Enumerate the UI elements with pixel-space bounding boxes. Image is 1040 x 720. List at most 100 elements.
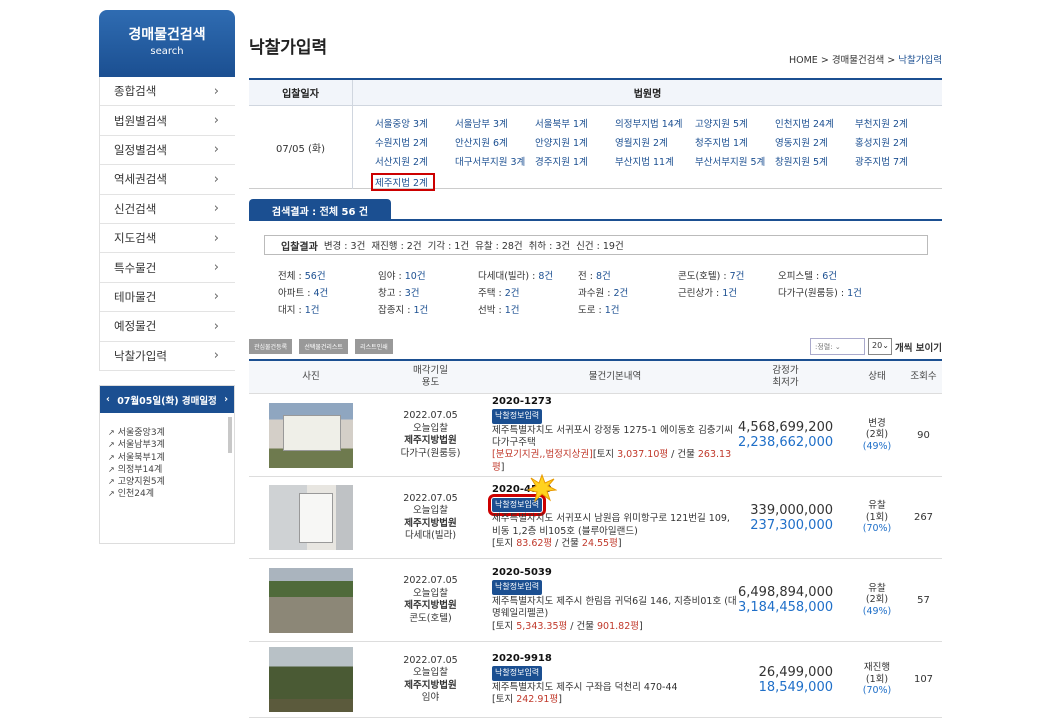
category-item[interactable]: 창고 : 3건 (378, 285, 478, 299)
court-link[interactable]: 청주지법 1계 (695, 135, 775, 149)
court-link[interactable]: 부산지법 11계 (615, 154, 695, 168)
sale-date: 2022.07.05 (403, 492, 458, 504)
case-number[interactable]: 2020-1273 (492, 396, 738, 408)
category-item[interactable]: 전 : 8건 (578, 268, 678, 282)
court-link[interactable]: 안산지원 6계 (455, 135, 535, 149)
category-item[interactable]: 도로 : 1건 (578, 302, 678, 316)
selected-list-button[interactable]: 선택물건리스트 (299, 339, 348, 354)
court-link[interactable]: 대구서부지원 3계 (455, 154, 535, 168)
sidebar-item-general-search[interactable]: 종합검색 › (100, 77, 235, 107)
category-item[interactable]: 주택 : 2건 (478, 285, 578, 299)
external-link-icon: ↗ (108, 489, 115, 499)
schedule-item[interactable]: ↗ 서울중앙3계 (108, 427, 234, 439)
view-count: 57 (917, 594, 930, 606)
category-item[interactable]: 오피스텔 : 6건 (778, 268, 878, 282)
page-size-label: 개씩 보이기 (895, 343, 943, 354)
court-link[interactable]: 서울중앙 3계 (375, 116, 455, 130)
chevron-right-icon: › (213, 260, 219, 276)
sidebar-item-new-search[interactable]: 신건검색 › (100, 195, 235, 224)
court-link[interactable]: 홍성지원 2계 (855, 135, 935, 149)
court-link[interactable]: 창원지원 5계 (775, 154, 855, 168)
court-link[interactable]: 영월지원 2계 (615, 135, 695, 149)
bid-info-input-button[interactable]: 낙찰정보입력 (492, 580, 543, 595)
sidebar-item-upcoming[interactable]: 예정물건 › (100, 312, 235, 342)
property-address[interactable]: 제주특별자치도 제주시 구좌읍 덕천리 470-44 (492, 682, 738, 694)
breadcrumb-search[interactable]: 경매물건검색 (832, 55, 884, 66)
property-photo[interactable] (269, 402, 353, 468)
court-link-highlighted[interactable]: 제주지법 2계 (371, 173, 435, 191)
sidebar-item-schedule-search[interactable]: 일정별검색 › (100, 136, 235, 166)
property-address[interactable]: 제주특별자치도 제주시 한림읍 귀덕6길 146, 지층비01호 (대명웨일리펠… (492, 596, 738, 621)
court-link[interactable]: 수원지법 2계 (375, 135, 455, 149)
sidebar: 경매물건검색 search 종합검색 › 법원별검색 › 일정별검색 › 역세권검색 ›… (99, 10, 235, 371)
court-link[interactable]: 부천지원 2계 (855, 116, 935, 130)
category-item[interactable]: 대지 : 1건 (278, 302, 378, 316)
category-item[interactable]: 전체 : 56건 (278, 268, 378, 282)
prev-day-icon[interactable]: ‹ (106, 394, 110, 405)
category-item[interactable]: 콘도(호텔) : 7건 (678, 268, 778, 282)
minimum-price: 3,184,458,000 (738, 600, 834, 615)
category-item[interactable]: 선박 : 1건 (478, 302, 578, 316)
table-row[interactable]: 2022.07.05 오늘입찰 제주지방법원 임야 2020-9918 낙찰정보… (249, 642, 942, 718)
property-photo[interactable] (269, 567, 353, 633)
schedule-item[interactable]: ↗ 고양지원5계 (108, 476, 234, 488)
court-link[interactable]: 서산지원 2계 (375, 154, 455, 168)
court-link[interactable]: 인천지법 24계 (775, 116, 855, 130)
court-link[interactable]: 영동지원 2계 (775, 135, 855, 149)
list-actions: 관심물건등록 선택물건리스트 리스트인쇄 (249, 339, 397, 354)
property-address[interactable]: 제주특별자치도 서귀포시 남원읍 위미항구로 121번길 109, 비동 1,2… (492, 513, 738, 538)
court-link[interactable]: 안양지원 1계 (535, 135, 615, 149)
property-photo[interactable] (269, 485, 353, 550)
page-size-select[interactable]: 20⌄ (868, 338, 892, 355)
external-link-icon: ↗ (108, 477, 115, 487)
property-address[interactable]: 제주특별자치도 서귀포시 강정동 1275-1 에이동호 김충기씨다가구주택 (492, 425, 738, 450)
court-name: 제주지방법원 (404, 679, 457, 691)
sidebar-item-special[interactable]: 특수물건 › (100, 253, 235, 283)
add-favorite-button[interactable]: 관심물건등록 (249, 339, 293, 354)
category-item[interactable]: 임야 : 10건 (378, 268, 478, 282)
court-link[interactable]: 의정부지법 14계 (615, 116, 695, 130)
bid-info-input-button[interactable]: 낙찰정보입력 (492, 409, 543, 424)
property-photo[interactable] (269, 647, 353, 712)
court-link[interactable]: 경주지원 1계 (535, 154, 615, 168)
property-use: 다가구(원룸등) (400, 447, 461, 459)
sidebar-item-theme[interactable]: 테마물건 › (100, 283, 235, 313)
table-row[interactable]: 2022.07.05 오늘입찰 제주지방법원 다세대(빌라) 2020-4579… (249, 477, 942, 559)
today-bid: 오늘입찰 (413, 587, 448, 599)
sidebar-item-court-search[interactable]: 법원별검색 › (100, 106, 235, 136)
category-item[interactable]: 아파트 : 4건 (278, 285, 378, 299)
schedule-item[interactable]: ↗ 의정부14계 (108, 464, 234, 476)
case-number[interactable]: 2020-5039 (492, 567, 738, 579)
category-item[interactable]: 과수원 : 2건 (578, 285, 678, 299)
sidebar-item-station-search[interactable]: 역세권검색 › (100, 165, 235, 195)
sidebar-item-bid-input[interactable]: 낙찰가입력 › (100, 342, 235, 371)
schedule-item[interactable]: ↗ 인천24계 (108, 488, 234, 500)
next-day-icon[interactable]: › (224, 394, 228, 405)
sort-select[interactable]: :정렬: ⌄ (810, 338, 865, 355)
court-link[interactable]: 서울남부 3계 (455, 116, 535, 130)
schedule-scrollbar[interactable] (228, 417, 232, 453)
court-link[interactable]: 부산서부지원 5계 (695, 154, 775, 168)
breadcrumb-home[interactable]: HOME (789, 55, 818, 66)
category-item[interactable]: 잡종지 : 1건 (378, 302, 478, 316)
court-link[interactable]: 서울북부 1계 (535, 116, 615, 130)
tab-search-results[interactable]: 검색결과 : 전체 56 건 (249, 199, 391, 221)
category-item[interactable]: 다가구(원룸등) : 1건 (778, 285, 878, 299)
category-item[interactable]: 다세대(빌라) : 8건 (478, 268, 578, 282)
table-row[interactable]: 2022.07.05 오늘입찰 제주지방법원 다가구(원룸등) 2020-127… (249, 394, 942, 477)
schedule-item[interactable]: ↗ 서울북부1계 (108, 452, 234, 464)
view-count: 267 (913, 512, 934, 523)
court-link[interactable]: 고양지원 5계 (695, 116, 775, 130)
sidebar-item-map-search[interactable]: 지도검색 › (100, 224, 235, 254)
bid-info-input-button[interactable]: 낙찰정보입력 (492, 666, 543, 681)
court-link[interactable]: 광주지법 7계 (855, 154, 935, 168)
schedule-item[interactable]: ↗ 서울남부3계 (108, 439, 234, 451)
print-list-button[interactable]: 리스트인쇄 (355, 339, 393, 354)
category-item[interactable]: 근린상가 : 1건 (678, 285, 778, 299)
schedule-box: ‹ 07월05일(화) 경매일정 › ↗ 서울중앙3계 ↗ 서울남부3계 ↗ 서울북부… (99, 385, 235, 544)
category-filter: 전체 : 56건 임야 : 10건 다세대(빌라) : 8건 전 : 8건 콘도(호텔)… (278, 268, 918, 316)
case-number[interactable]: 2020-9918 (492, 653, 738, 665)
table-row[interactable]: 2022.07.05 오늘입찰 제주지방법원 콘도(호텔) 2020-5039 … (249, 559, 942, 642)
round: (1회) (865, 673, 889, 685)
col-court-name: 법원명 (633, 89, 662, 100)
